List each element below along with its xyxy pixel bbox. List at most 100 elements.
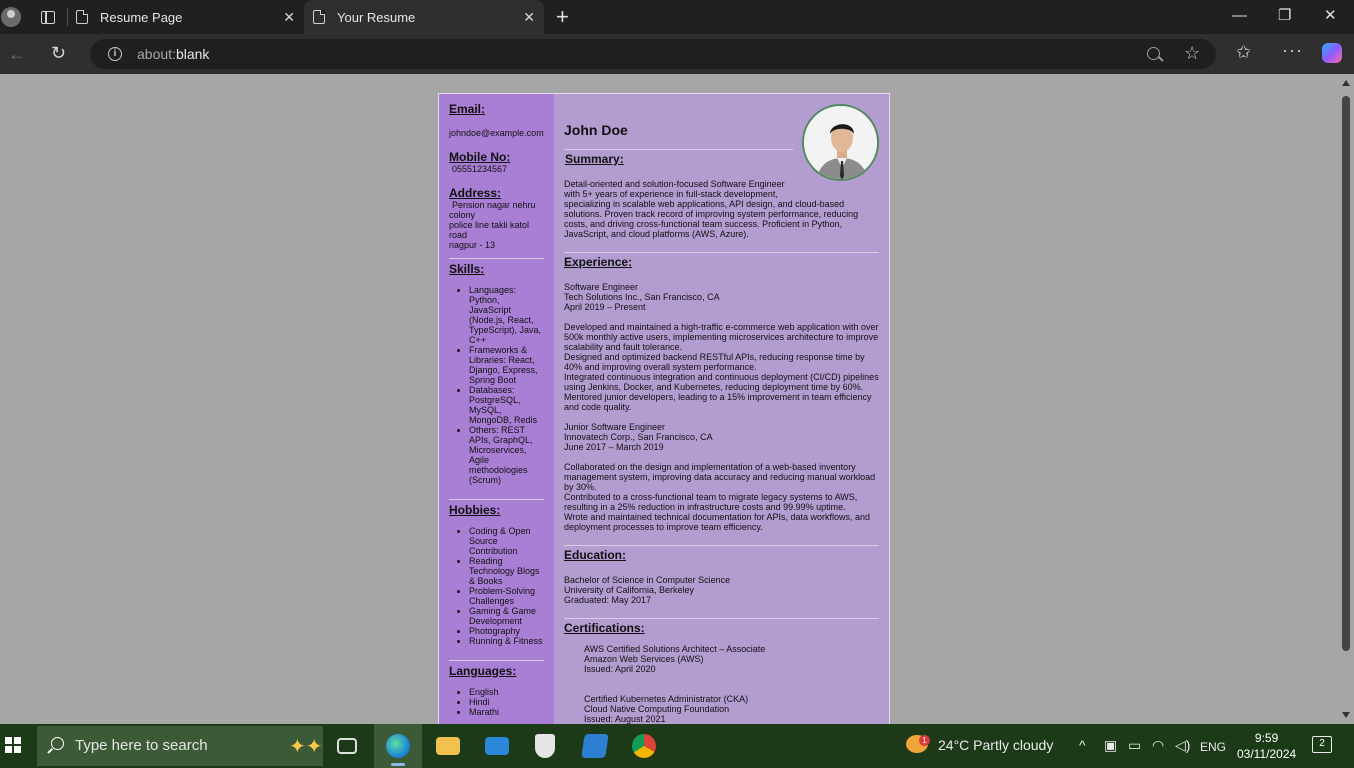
- page-icon: [313, 10, 325, 24]
- job-detail-line: using Jenkins, Docker, and Kubernetes, r…: [564, 382, 864, 392]
- scroll-up-arrow-icon[interactable]: [1342, 80, 1350, 86]
- scroll-thumb[interactable]: [1342, 96, 1350, 651]
- notifications-icon[interactable]: 2: [1312, 736, 1332, 753]
- wifi-icon[interactable]: ◠: [1152, 737, 1164, 754]
- reload-icon[interactable]: ↻: [51, 43, 66, 64]
- job-detail-line: by 30%.: [564, 482, 597, 492]
- tab-label: Resume Page: [100, 9, 183, 25]
- zoom-out-icon[interactable]: [1147, 47, 1160, 60]
- cert-date: Issued: April 2020: [584, 664, 656, 674]
- favorite-star-icon[interactable]: ☆: [1184, 43, 1200, 64]
- job-detail-line: Mentored junior developers, leading to a…: [564, 392, 872, 402]
- job-detail-line: scalability and fault tolerance.: [564, 342, 683, 352]
- vscode-icon[interactable]: [581, 734, 609, 758]
- search-icon: [51, 737, 64, 750]
- address-line: Pension nagar nehru: [452, 200, 536, 210]
- file-explorer-icon[interactable]: [436, 737, 460, 755]
- skills-list: Languages:Python,JavaScript(Node.js, Rea…: [449, 285, 544, 485]
- meet-now-icon[interactable]: ▣: [1104, 737, 1117, 754]
- divider: [564, 618, 879, 619]
- url-text: about:blank: [137, 46, 209, 62]
- person-photo-icon: [804, 106, 877, 179]
- tab-actions-icon[interactable]: [41, 10, 55, 24]
- address-line: road: [449, 230, 468, 240]
- job-detail-line: 40% and improving overall system perform…: [564, 362, 757, 372]
- close-tab-icon[interactable]: ✕: [283, 9, 295, 25]
- windows-start-icon[interactable]: [5, 737, 21, 753]
- system-clock[interactable]: 9:59 03/11/2024: [1237, 730, 1296, 762]
- certifications-list: AWS Certified Solutions Architect – Asso…: [564, 644, 884, 724]
- summary-line: solutions. Proven track record of improv…: [564, 209, 859, 219]
- tab-label: Your Resume: [337, 9, 416, 25]
- weather-text[interactable]: 24°C Partly cloudy: [938, 737, 1053, 753]
- back-arrow-icon[interactable]: ←: [8, 44, 26, 65]
- restore-icon[interactable]: ❐: [1278, 7, 1291, 25]
- profile-photo: [802, 104, 879, 181]
- list-item: Hindi: [469, 697, 544, 707]
- divider: [564, 149, 793, 150]
- favorites-icon[interactable]: ✩: [1236, 42, 1251, 63]
- languages-list: English Hindi Marathi: [449, 687, 544, 717]
- list-item: Frameworks &Libraries: React,Django, Exp…: [469, 345, 544, 385]
- search-highlight-icon: ✦✦: [289, 736, 323, 758]
- close-window-icon[interactable]: ✕: [1324, 7, 1337, 25]
- list-item: English: [469, 687, 544, 697]
- battery-icon[interactable]: ▭: [1128, 737, 1141, 754]
- chrome-icon[interactable]: [632, 734, 656, 758]
- list-item: Databases:PostgreSQL,MySQL,MongoDB, Redi…: [469, 385, 544, 425]
- close-tab-icon[interactable]: ✕: [523, 9, 535, 25]
- more-menu-icon[interactable]: ···: [1282, 40, 1303, 61]
- taskbar-search-box[interactable]: Type here to search ✦✦: [37, 726, 323, 766]
- summary-line: with 5+ years of experience in full-stac…: [564, 189, 778, 199]
- summary-heading: Summary:: [565, 152, 624, 166]
- job-detail-line: Contributed to a cross-functional team t…: [564, 492, 858, 502]
- cert-name: Certified Kubernetes Administrator (CKA): [584, 694, 749, 704]
- volume-icon[interactable]: ◁): [1175, 737, 1190, 754]
- email-value: johndoe@example.com: [449, 128, 544, 138]
- input-language[interactable]: ENG: [1200, 740, 1226, 754]
- list-item: ReadingTechnology Blogs& Books: [469, 556, 544, 586]
- address-line: nagpur - 13: [449, 240, 496, 250]
- resume-card: Email: johndoe@example.com Mobile No: 05…: [438, 93, 890, 724]
- site-info-icon[interactable]: i: [108, 47, 122, 61]
- mail-icon[interactable]: [485, 737, 509, 755]
- address-heading: Address:: [449, 186, 502, 200]
- job-dates: April 2019 – Present: [564, 302, 646, 312]
- scroll-down-arrow-icon[interactable]: [1342, 712, 1350, 718]
- hobbies-list: Coding & OpenSourceContribution ReadingT…: [449, 526, 544, 646]
- profile-avatar-icon[interactable]: [1, 7, 21, 27]
- windows-taskbar: Type here to search ✦✦ 1 24°C Partly clo…: [0, 724, 1354, 768]
- job-detail-line: resulting in a 25% reduction in infrastr…: [564, 502, 846, 512]
- job-detail-line: Designed and optimized backend RESTful A…: [564, 352, 865, 362]
- degree: Bachelor of Science in Computer Science: [564, 575, 731, 585]
- url-field[interactable]: i about:blank ☆: [90, 39, 1216, 69]
- cert-name: AWS Certified Solutions Architect – Asso…: [584, 644, 766, 654]
- page-viewport: Email: johndoe@example.com Mobile No: 05…: [0, 74, 1354, 724]
- page-icon: [76, 10, 88, 24]
- search-placeholder: Type here to search: [75, 737, 208, 754]
- resume-sidebar: Email: johndoe@example.com Mobile No: 05…: [439, 94, 554, 724]
- list-item: Problem-SolvingChallenges: [469, 586, 544, 606]
- job-detail-line: Wrote and maintained technical documenta…: [564, 512, 871, 522]
- clock-time: 9:59: [1254, 731, 1279, 745]
- tab-resume-page[interactable]: Resume Page ✕: [68, 0, 304, 34]
- job-title: Junior Software Engineer: [564, 422, 666, 432]
- job-company: Innovatech Corp., San Francisco, CA: [564, 432, 713, 442]
- summary-line: specializing in scalable web application…: [564, 199, 845, 209]
- show-hidden-icons-icon[interactable]: ^: [1079, 737, 1086, 753]
- tab-your-resume[interactable]: Your Resume ✕: [304, 0, 544, 34]
- edge-browser-icon[interactable]: [386, 734, 410, 758]
- url-scheme: about:: [137, 46, 176, 62]
- divider: [449, 660, 544, 661]
- new-tab-button[interactable]: +: [556, 6, 569, 28]
- divider: [564, 545, 879, 546]
- university: University of California, Berkeley: [564, 585, 695, 595]
- experience-heading: Experience:: [564, 255, 633, 269]
- copilot-icon[interactable]: [1322, 43, 1342, 63]
- security-shield-icon[interactable]: [535, 734, 555, 758]
- minimize-icon[interactable]: —: [1232, 7, 1247, 25]
- vertical-scrollbar[interactable]: [1338, 74, 1354, 724]
- job-company: Tech Solutions Inc., San Francisco, CA: [564, 292, 720, 302]
- task-view-icon[interactable]: [337, 738, 357, 754]
- education-heading: Education:: [564, 548, 626, 562]
